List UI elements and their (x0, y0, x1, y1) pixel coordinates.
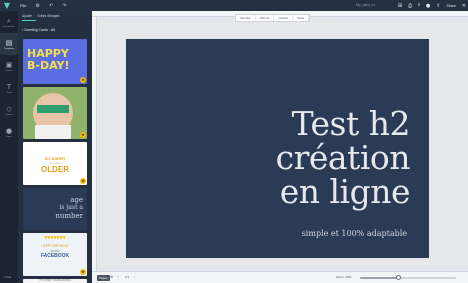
photo-shirt (35, 125, 71, 139)
design-canvas[interactable]: Test h2 création en ligne simple et 100%… (126, 39, 429, 258)
template-thumbnail[interactable]: ▼▼▼▼▼▼▼ HAPPY BIRTHDAY FROM FACEBOOK ★ (23, 233, 87, 276)
heading-line: Test h2 (291, 104, 411, 143)
rail-label: Photos (5, 69, 13, 72)
thumb-line: number (55, 212, 83, 220)
breadcrumb-item[interactable]: Grilles d'images (37, 14, 60, 18)
search-icon: ⌕ (7, 16, 11, 25)
page-nav-next-icon[interactable]: › (134, 274, 136, 279)
cart-icon[interactable]: ⊞ (398, 3, 402, 9)
tab-simples[interactable]: Simples (236, 15, 256, 21)
tab-cadres[interactable]: Cadres (274, 15, 294, 21)
page-nav-icon[interactable]: ‹ (117, 274, 119, 279)
workspace: Simples Normal Cadres Texte Test h2 créa… (92, 11, 468, 283)
share-button[interactable]: Share (446, 4, 455, 8)
templates-icon: ▤ (5, 38, 13, 47)
app-logo-icon[interactable]: ▼ (0, 0, 14, 11)
document-title[interactable]: My_card_v1 (356, 3, 375, 7)
bottom-bar: Pages ⊕ ‹ 1/1 › Zoom: 40% (92, 271, 468, 283)
left-rail: ⌕ Rechercher ▤ Templates ▣ Photos T Text… (0, 11, 18, 283)
rail-item-photos[interactable]: ▣ Photos (0, 55, 18, 77)
template-thumbnail[interactable]: HAPPY B-DAY! ★ (23, 39, 87, 84)
zoom-label: Zoom: 40% (336, 275, 352, 279)
canvas-subtitle[interactable]: simple et 100% adaptable (302, 229, 407, 238)
help-link[interactable]: ? Aide (3, 275, 11, 279)
breadcrumb-separator: › (34, 14, 36, 18)
logo-icon: ● (5, 126, 13, 135)
text-icon: T (6, 82, 12, 91)
rail-label: Logos (6, 135, 12, 138)
add-page-icon[interactable]: ⊕ (110, 274, 113, 279)
download-icon[interactable]: ⭳ (418, 2, 420, 10)
thumb-line: age (70, 196, 83, 204)
thumb-line: IT'S WHAT YOU'RE DOING (39, 279, 71, 282)
collection-title-text: Greeting Cards · A5 (24, 28, 56, 32)
rail-label: Templates (4, 47, 14, 50)
top-right-actions: ⊞ ⎙ ⭳ ● ⇪ Share ✕ (392, 1, 466, 10)
heading-line: création (275, 138, 411, 177)
top-bar: ▼ File ⚙ ↶ ↷ My_card_v1 ⊞ ⎙ ⭳ ● ⇪ Share … (0, 0, 468, 11)
close-icon[interactable]: ✕ (462, 3, 466, 9)
file-menu[interactable]: File (20, 3, 26, 8)
print-icon[interactable]: ⎙ (408, 3, 412, 9)
rail-label: Texte (6, 91, 12, 94)
heading-line: en ligne (279, 172, 411, 211)
settings-icon[interactable]: ⚙ (35, 3, 39, 9)
redo-icon[interactable]: ↷ (62, 3, 66, 9)
ruler-left (92, 17, 97, 271)
thumb-line: HAPPY BIRTHDAY (41, 244, 69, 248)
rail-item-logos[interactable]: ● Logos (0, 121, 18, 143)
user-icon[interactable]: ● (426, 3, 430, 9)
thumb-line: is just a (59, 204, 83, 211)
thumb-line: OLDER (41, 165, 69, 174)
thumb-line: FACEBOOK (40, 253, 70, 259)
premium-badge-icon: ★ (80, 178, 86, 184)
app-window: ▼ File ⚙ ↶ ↷ My_card_v1 ⊞ ⎙ ⭳ ● ⇪ Share … (0, 0, 468, 283)
template-thumbnail[interactable]: IT'S WHAT YOU'RE DOING (23, 279, 87, 283)
elements-icon: ◇ (6, 104, 12, 113)
photo-mask (37, 105, 69, 113)
premium-badge-icon: ★ (80, 269, 86, 275)
breadcrumb-item[interactable]: Ajouter (22, 14, 32, 18)
rail-item-elements[interactable]: ◇ Formes (0, 99, 18, 121)
template-thumbnail[interactable]: SO SORRY it's your OLDER ★ (23, 142, 87, 185)
breadcrumb-underline (22, 20, 36, 21)
share-icon[interactable]: ⇪ (436, 3, 440, 9)
collection-title[interactable]: ‹ Greeting Cards · A5 (22, 28, 55, 32)
rail-label: Formes (5, 113, 13, 116)
premium-badge-icon: ★ (80, 132, 86, 138)
pages-button[interactable]: Pages (97, 275, 110, 281)
zoom-slider-fill (360, 277, 399, 279)
premium-badge-icon: ★ (80, 77, 86, 83)
undo-icon[interactable]: ↶ (49, 3, 53, 9)
photos-icon: ▣ (5, 60, 13, 69)
canvas-heading[interactable]: Test h2 création en ligne (275, 104, 411, 211)
zoom-slider-handle[interactable] (396, 275, 402, 280)
rail-label: Rechercher (3, 25, 15, 28)
templates-panel: Ajouter › Grilles d'images ‹ Greeting Card… (18, 11, 92, 283)
page-count: 1/1 (125, 275, 130, 279)
rail-item-search[interactable]: ⌕ Rechercher (0, 11, 18, 33)
breadcrumb: Ajouter › Grilles d'images (22, 14, 60, 18)
tab-texte[interactable]: Texte (293, 15, 310, 21)
rail-item-templates[interactable]: ▤ Templates (0, 33, 18, 55)
layout-tabs: Simples Normal Cadres Texte (235, 14, 311, 22)
rail-item-text[interactable]: T Texte (0, 77, 18, 99)
thumb-text: HAPPY B-DAY! (27, 47, 70, 72)
template-thumbnail[interactable]: age is just a number (23, 188, 87, 230)
tab-normal[interactable]: Normal (256, 15, 275, 21)
template-thumbnail[interactable]: ★ (23, 87, 87, 139)
bunting: ▼▼▼▼▼▼▼ (44, 235, 66, 240)
zoom-slider[interactable] (360, 275, 456, 280)
